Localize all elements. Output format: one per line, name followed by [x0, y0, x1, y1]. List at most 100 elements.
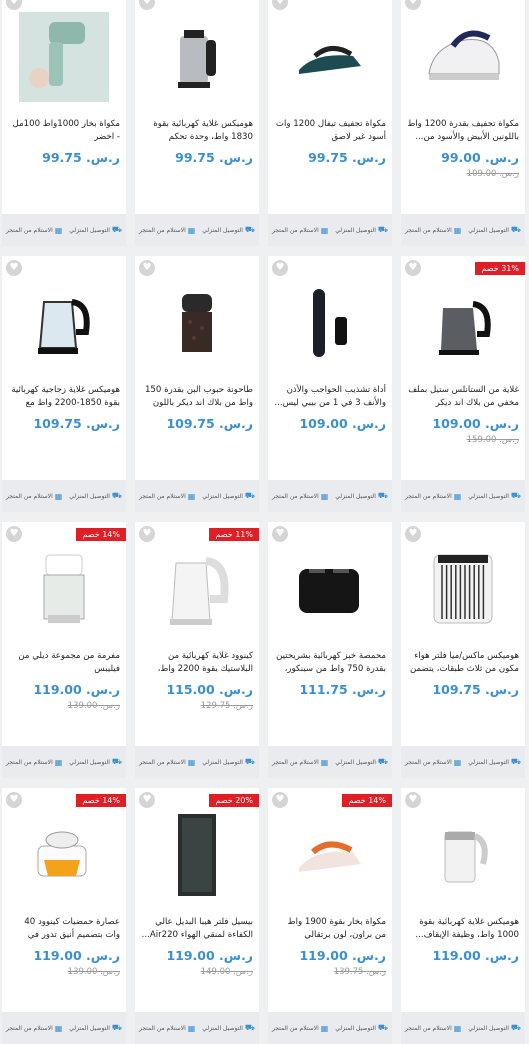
store-pickup-option[interactable]: ▦ الاستلام من المتجر — [6, 492, 62, 501]
product-card[interactable]: ♥ 31% خصم غلاية من الستانلس ستيل بملف مخفي… — [401, 256, 525, 512]
product-card[interactable]: ♥ هوميكس غلاية كهربائية بقوة 1830 واط، وح… — [135, 0, 259, 246]
garment-steamer-icon[interactable] — [2, 8, 126, 106]
travel-kettle-icon[interactable] — [401, 806, 525, 904]
citrus-juicer-icon[interactable] — [2, 806, 126, 904]
product-title[interactable]: أداة تشذيب الحواجب والأذن والأنف 3 في 1 … — [274, 384, 386, 410]
coffee-grinder-icon[interactable] — [135, 274, 259, 372]
product-card[interactable]: ♥ 11% خصم كينوود غلاية كهربائية من البلاست… — [135, 522, 259, 778]
store-pickup-option[interactable]: ▦ الاستلام من المتجر — [139, 1024, 195, 1033]
home-delivery-option[interactable]: ⛟ التوصيل المنزلي — [468, 491, 521, 501]
store-icon: ▦ — [54, 1023, 63, 1033]
store-pickup-option[interactable]: ▦ الاستلام من المتجر — [6, 758, 62, 767]
store-pickup-option[interactable]: ▦ الاستلام من المتجر — [139, 226, 195, 235]
store-pickup-option[interactable]: ▦ الاستلام من المتجر — [6, 1024, 62, 1033]
truck-icon: ⛟ — [377, 1023, 388, 1032]
home-delivery-option[interactable]: ⛟ التوصيل المنزلي — [468, 757, 521, 767]
product-title[interactable]: هوميكس ماكس/ميا فلتر هواء مكون من ثلاث ط… — [407, 650, 519, 676]
delivery-options: ⛟ التوصيل المنزلي ▦ الاستلام من المتجر — [401, 746, 525, 778]
store-pickup-option[interactable]: ▦ الاستلام من المتجر — [139, 758, 195, 767]
product-title[interactable]: مكواة بخار 1000واط 100مل - اخضر — [8, 118, 120, 144]
nose-trimmer-icon[interactable] — [268, 274, 392, 372]
white-kettle-icon[interactable] — [135, 540, 259, 638]
store-pickup-option[interactable]: ▦ الاستلام من المتجر — [272, 226, 328, 235]
product-title[interactable]: هوميكس غلاية زجاجية كهربائية بقوة 1850-2… — [8, 384, 120, 410]
home-delivery-option[interactable]: ⛟ التوصيل المنزلي — [335, 1023, 388, 1033]
product-card[interactable]: ♥ 14% خصم مفرمة من مجموعة ديلي من فيليبس ر.… — [2, 522, 126, 778]
toaster-icon[interactable] — [268, 540, 392, 638]
product-title[interactable]: غلاية من الستانلس ستيل بملف مخفي من بلاك… — [407, 384, 519, 410]
product-card[interactable]: ♥ محمصة خبز كهربائية بشريحتين بقدرة 750 و… — [268, 522, 392, 778]
store-pickup-label: الاستلام من المتجر — [405, 758, 452, 766]
product-price: ر.س. 99.75 — [308, 150, 386, 165]
store-icon: ▦ — [453, 757, 462, 767]
product-card[interactable]: ♥ 14% خصم عصارة حمضيات كينوود 40 وات بتصمي… — [2, 788, 126, 1044]
store-pickup-label: الاستلام من المتجر — [139, 226, 186, 234]
home-delivery-option[interactable]: ⛟ التوصيل المنزلي — [202, 225, 255, 235]
product-card[interactable]: ♥ هوميكس غلاية زجاجية كهربائية بقوة 1850-… — [2, 256, 126, 512]
steel-kettle-icon[interactable] — [135, 8, 259, 106]
truck-icon: ⛟ — [111, 491, 122, 500]
truck-icon: ⛟ — [111, 1023, 122, 1032]
home-delivery-option[interactable]: ⛟ التوصيل المنزلي — [69, 757, 122, 767]
home-delivery-option[interactable]: ⛟ التوصيل المنزلي — [202, 1023, 255, 1033]
product-title[interactable]: محمصة خبز كهربائية بشريحتين بقدرة 750 وا… — [274, 650, 386, 676]
product-title[interactable]: مكواة بخار بقوة 1900 واط من براون، لون ب… — [274, 916, 386, 942]
delivery-options: ⛟ التوصيل المنزلي ▦ الاستلام من المتجر — [2, 214, 126, 246]
product-title[interactable]: مكواة تجفيف تيفال 1200 وات أسود غير لاصق — [274, 118, 386, 144]
black-kettle-icon[interactable] — [401, 274, 525, 372]
home-delivery-option[interactable]: ⛟ التوصيل المنزلي — [69, 491, 122, 501]
product-title[interactable]: مفرمة من مجموعة ديلي من فيليبس — [8, 650, 120, 676]
chopper-icon[interactable] — [2, 540, 126, 638]
store-pickup-label: الاستلام من المتجر — [6, 758, 53, 766]
store-pickup-option[interactable]: ▦ الاستلام من المتجر — [405, 1024, 461, 1033]
home-delivery-option[interactable]: ⛟ التوصيل المنزلي — [69, 1023, 122, 1033]
home-delivery-label: التوصيل المنزلي — [335, 492, 376, 500]
product-card[interactable]: ♥ هوميكس غلاية كهربائية بقوة 1000 واط، وظ… — [401, 788, 525, 1044]
product-title[interactable]: هوميكس غلاية كهربائية بقوة 1000 واط، وظي… — [407, 916, 519, 942]
product-card[interactable]: ♥ طاحونة حبوب البن بقدرة 150 واط من بلاك … — [135, 256, 259, 512]
product-title[interactable]: عصارة حمضيات كينوود 40 وات بتصميم أنيق ت… — [8, 916, 120, 942]
home-delivery-option[interactable]: ⛟ التوصيل المنزلي — [468, 1023, 521, 1033]
product-price: ر.س. 99.00 — [441, 150, 519, 165]
home-delivery-option[interactable]: ⛟ التوصيل المنزلي — [202, 757, 255, 767]
store-pickup-option[interactable]: ▦ الاستلام من المتجر — [405, 492, 461, 501]
home-delivery-option[interactable]: ⛟ التوصيل المنزلي — [69, 225, 122, 235]
product-card[interactable]: ♥ هوميكس ماكس/ميا فلتر هواء مكون من ثلاث … — [401, 522, 525, 778]
product-card[interactable]: ♥ مكواة تجفيف بقدرة 1200 واط باللونين الأ… — [401, 0, 525, 246]
store-pickup-label: الاستلام من المتجر — [272, 226, 319, 234]
product-title[interactable]: بيسيل فلتر هيبا البديل عالي الكفاءة لمنق… — [141, 916, 253, 942]
product-card[interactable]: ♥ مكواة تجفيف تيفال 1200 وات أسود غير لاص… — [268, 0, 392, 246]
delivery-options: ⛟ التوصيل المنزلي ▦ الاستلام من المتجر — [2, 1012, 126, 1044]
home-delivery-option[interactable]: ⛟ التوصيل المنزلي — [202, 491, 255, 501]
store-pickup-option[interactable]: ▦ الاستلام من المتجر — [405, 226, 461, 235]
product-card[interactable]: ♥ 20% خصم بيسيل فلتر هيبا البديل عالي الكف… — [135, 788, 259, 1044]
air-filter-icon[interactable] — [401, 540, 525, 638]
store-pickup-option[interactable]: ▦ الاستلام من المتجر — [405, 758, 461, 767]
home-delivery-option[interactable]: ⛟ التوصيل المنزلي — [335, 757, 388, 767]
product-title[interactable]: طاحونة حبوب البن بقدرة 150 واط من بلاك ا… — [141, 384, 253, 410]
home-delivery-label: التوصيل المنزلي — [468, 758, 509, 766]
steam-iron-dark-icon[interactable] — [268, 8, 392, 106]
orange-iron-icon[interactable] — [268, 806, 392, 904]
truck-icon: ⛟ — [510, 1023, 521, 1032]
product-card[interactable]: ♥ 14% خصم مكواة بخار بقوة 1900 واط من براو… — [268, 788, 392, 1044]
store-pickup-option[interactable]: ▦ الاستلام من المتجر — [6, 226, 62, 235]
hepa-filter-icon[interactable] — [135, 806, 259, 904]
product-title[interactable]: هوميكس غلاية كهربائية بقوة 1830 واط، وحد… — [141, 118, 253, 144]
store-pickup-option[interactable]: ▦ الاستلام من المتجر — [272, 1024, 328, 1033]
home-delivery-label: التوصيل المنزلي — [468, 1024, 509, 1032]
home-delivery-option[interactable]: ⛟ التوصيل المنزلي — [335, 225, 388, 235]
home-delivery-label: التوصيل المنزلي — [69, 226, 110, 234]
store-pickup-option[interactable]: ▦ الاستلام من المتجر — [272, 758, 328, 767]
store-icon: ▦ — [54, 491, 63, 501]
glass-kettle-icon[interactable] — [2, 274, 126, 372]
home-delivery-option[interactable]: ⛟ التوصيل المنزلي — [468, 225, 521, 235]
product-card[interactable]: ♥ مكواة بخار 1000واط 100مل - اخضر ر.س. 99.… — [2, 0, 126, 246]
home-delivery-option[interactable]: ⛟ التوصيل المنزلي — [335, 491, 388, 501]
store-pickup-option[interactable]: ▦ الاستلام من المتجر — [272, 492, 328, 501]
steam-iron-white-icon[interactable] — [401, 8, 525, 106]
product-card[interactable]: ♥ أداة تشذيب الحواجب والأذن والأنف 3 في 1… — [268, 256, 392, 512]
product-title[interactable]: مكواة تجفيف بقدرة 1200 واط باللونين الأب… — [407, 118, 519, 144]
product-title[interactable]: كينوود غلاية كهربائية من البلاستيك بقوة … — [141, 650, 253, 676]
store-pickup-option[interactable]: ▦ الاستلام من المتجر — [139, 492, 195, 501]
